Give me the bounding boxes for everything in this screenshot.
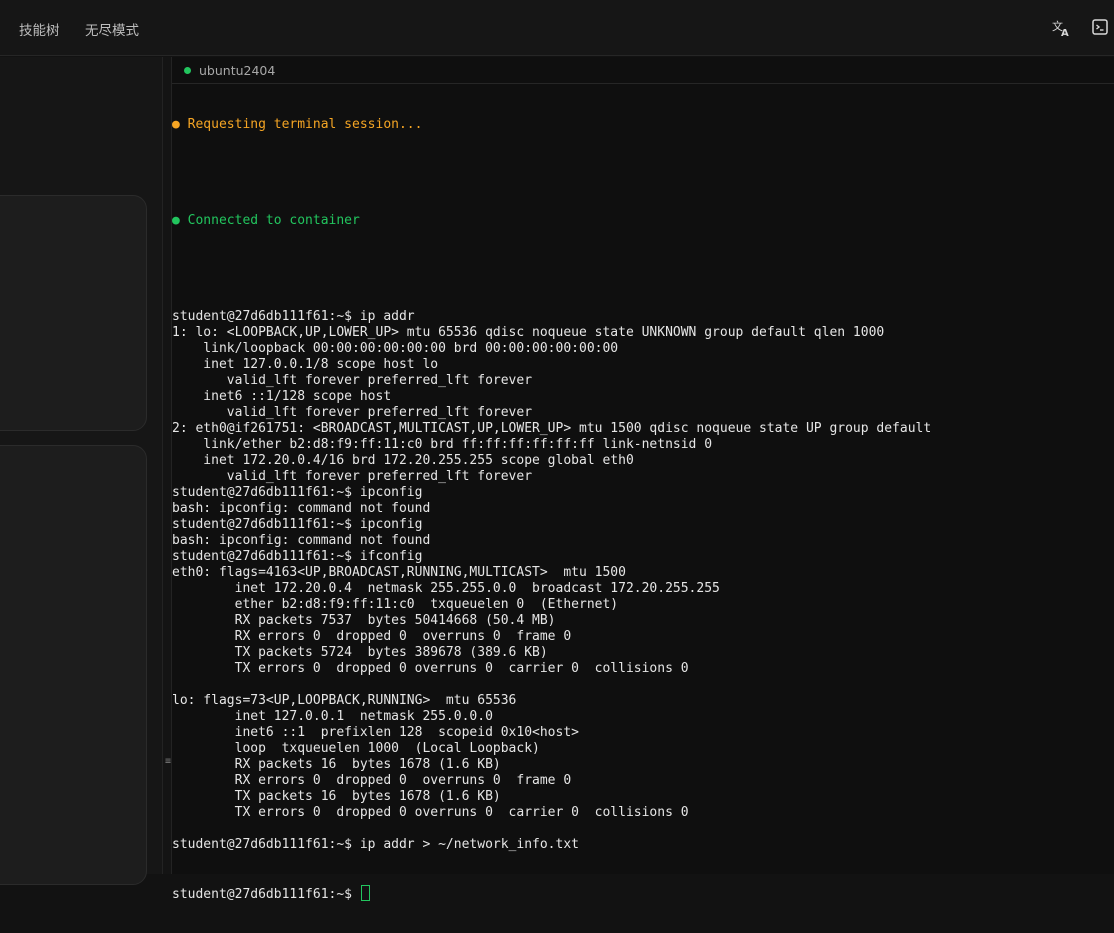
left-panel xyxy=(0,57,162,885)
terminal-line: TX packets 5724 bytes 389678 (389.6 KB) xyxy=(172,645,548,660)
terminal-line: 2: eth0@if261751: <BROADCAST,MULTICAST,U… xyxy=(172,421,932,436)
terminal-line: bash: ipconfig: command not found xyxy=(172,533,431,548)
terminal-line: inet 127.0.0.1 netmask 255.0.0.0 xyxy=(172,709,493,724)
terminal-line: 1: lo: <LOOPBACK,UP,LOWER_UP> mtu 65536 … xyxy=(172,325,885,340)
terminal-panel: ubuntu2404 ● Requesting terminal session… xyxy=(172,57,1114,902)
terminal-line: student@27d6db111f61:~$ ipconfig xyxy=(172,517,423,532)
terminal-line: lo: flags=73<UP,LOOPBACK,RUNNING> mtu 65… xyxy=(172,693,517,708)
left-card-top xyxy=(0,195,147,431)
top-bar: 技能树 无尽模式 文 A xyxy=(0,0,1114,56)
terminal-line: TX packets 16 bytes 1678 (1.6 KB) xyxy=(172,789,501,804)
terminal-line: eth0: flags=4163<UP,BROADCAST,RUNNING,MU… xyxy=(172,565,626,580)
terminal-line: TX errors 0 dropped 0 overruns 0 carrier… xyxy=(172,805,689,820)
terminal-panel-icon[interactable] xyxy=(1091,18,1111,38)
terminal-line: bash: ipconfig: command not found xyxy=(172,501,431,516)
left-card-bottom xyxy=(0,445,147,885)
svg-text:A: A xyxy=(1061,28,1069,38)
terminal-line: valid_lft forever preferred_lft forever xyxy=(172,373,533,388)
terminal-line: inet6 ::1 prefixlen 128 scopeid 0x10<hos… xyxy=(172,725,579,740)
terminal-prompt-line[interactable]: student@27d6db111f61:~$ xyxy=(172,885,1114,902)
panel-splitter[interactable]: ≡ xyxy=(162,57,172,874)
terminal-line: inet 172.20.0.4 netmask 255.255.0.0 broa… xyxy=(172,581,720,596)
terminal-line: TX errors 0 dropped 0 overruns 0 carrier… xyxy=(172,661,689,676)
terminal-tab-label: ubuntu2404 xyxy=(199,63,276,78)
terminal-line: valid_lft forever preferred_lft forever xyxy=(172,469,533,484)
terminal-lines: student@27d6db111f61:~$ ip addr 1: lo: <L… xyxy=(172,309,1114,853)
terminal-line: valid_lft forever preferred_lft forever xyxy=(172,405,533,420)
terminal-prompt: student@27d6db111f61:~$ xyxy=(172,887,360,902)
terminal-line: student@27d6db111f61:~$ ipconfig xyxy=(172,485,423,500)
terminal-line: student@27d6db111f61:~$ ip addr xyxy=(172,309,415,324)
terminal-line: inet 172.20.0.4/16 brd 172.20.255.255 sc… xyxy=(172,453,634,468)
terminal-line: RX packets 16 bytes 1678 (1.6 KB) xyxy=(172,757,501,772)
terminal-line: RX packets 7537 bytes 50414668 (50.4 MB) xyxy=(172,613,556,628)
connection-status-dot xyxy=(184,67,191,74)
terminal-line: loop txqueuelen 1000 (Local Loopback) xyxy=(172,741,540,756)
nav-skill-tree[interactable]: 技能树 xyxy=(19,19,60,39)
status-connected: ● Connected to container xyxy=(172,213,360,228)
terminal-line: ether b2:d8:f9:ff:11:c0 txqueuelen 0 (Et… xyxy=(172,597,619,612)
translate-icon[interactable]: 文 A xyxy=(1051,18,1071,39)
terminal-line: link/ether b2:d8:f9:ff:11:c0 brd ff:ff:f… xyxy=(172,437,713,452)
terminal-cursor xyxy=(360,885,370,901)
terminal-tab[interactable]: ubuntu2404 xyxy=(172,57,1114,84)
terminal-line: link/loopback 00:00:00:00:00:00 brd 00:0… xyxy=(172,341,619,356)
status-requesting: ● Requesting terminal session... xyxy=(172,117,423,132)
splitter-grip-icon: ≡ xyxy=(165,756,172,767)
terminal-line: student@27d6db111f61:~$ ip addr > ~/netw… xyxy=(172,837,579,852)
terminal-line: student@27d6db111f61:~$ ifconfig xyxy=(172,549,423,564)
terminal-line: RX errors 0 dropped 0 overruns 0 frame 0 xyxy=(172,773,572,788)
terminal-line: RX errors 0 dropped 0 overruns 0 frame 0 xyxy=(172,629,572,644)
terminal-line: inet6 ::1/128 scope host xyxy=(172,389,392,404)
terminal-output[interactable]: ● Requesting terminal session... ● Conne… xyxy=(172,84,1114,902)
nav-endless-mode[interactable]: 无尽模式 xyxy=(85,19,139,39)
terminal-line: inet 127.0.0.1/8 scope host lo xyxy=(172,357,439,372)
